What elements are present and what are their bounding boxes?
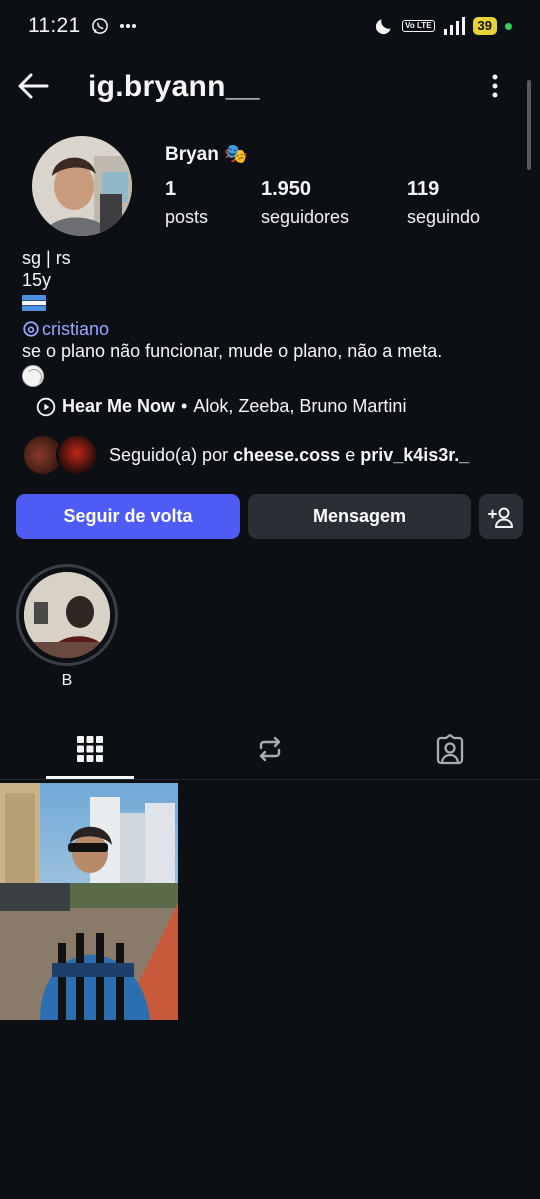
tab-posts-grid[interactable]: [0, 720, 180, 778]
posts-label: posts: [165, 207, 209, 227]
followers-label: seguidores: [261, 207, 350, 227]
stat-posts[interactable]: 1 posts: [165, 178, 261, 228]
add-user-icon: [488, 507, 513, 528]
tagged-person-icon: [436, 733, 464, 765]
play-circle-icon: [36, 397, 56, 416]
status-time: 11:21: [28, 14, 81, 37]
dnd-moon-icon: [376, 19, 391, 35]
tab-tagged[interactable]: [360, 720, 540, 778]
followed-by-joiner: e: [345, 444, 356, 465]
status-left: 11:21: [28, 14, 137, 38]
mention-text: cristiano: [42, 319, 110, 339]
profile-bio: sg | rs 15y cristiano se o plano não fun…: [22, 247, 442, 392]
bio-line: sg | rs: [22, 248, 71, 268]
highlight-photo: [24, 572, 110, 658]
status-right: Vo LTE 39: [374, 16, 512, 36]
volte-badge: Vo LTE: [402, 20, 435, 32]
follow-back-button[interactable]: Seguir de volta: [16, 494, 240, 539]
music-separator: •: [181, 396, 188, 416]
whatsapp-icon: [91, 18, 108, 34]
grid-icon: [77, 736, 103, 762]
profile-username: ig.bryann__: [88, 70, 260, 103]
music-song: Hear Me Now: [62, 396, 176, 416]
profile-photo: [32, 136, 132, 236]
volleyball-icon: [22, 365, 44, 387]
post-thumbnail[interactable]: [0, 783, 178, 1020]
mention-link[interactable]: cristiano: [22, 318, 442, 340]
following-label: seguindo: [407, 207, 481, 227]
status-bar: 11:21 Vo LTE 39: [0, 0, 540, 52]
followed-by[interactable]: Seguido(a) por cheese.coss e priv_k4is3r…: [22, 434, 469, 476]
avatar: [56, 434, 98, 476]
suggested-users-button[interactable]: [479, 494, 523, 539]
top-bar: ig.bryann__: [0, 60, 540, 112]
followed-by-text: Seguido(a) por cheese.coss e priv_k4is3r…: [109, 445, 469, 466]
followed-by-prefix: Seguido(a) por: [109, 444, 229, 465]
scrollbar[interactable]: [527, 80, 531, 170]
signal-icon: [443, 17, 465, 35]
back-button[interactable]: [14, 68, 52, 104]
music-artists: Alok, Zeeba, Bruno Martini: [193, 396, 407, 416]
repost-icon: [259, 736, 281, 762]
threads-icon: [23, 321, 39, 337]
display-name: Bryan 🎭: [165, 144, 248, 165]
message-button[interactable]: Mensagem: [248, 494, 471, 539]
active-tab-indicator: [46, 776, 134, 779]
more-notifications-icon: [119, 24, 136, 28]
mutual-avatars: [22, 434, 102, 476]
stat-following[interactable]: 119 seguindo: [407, 178, 480, 228]
tab-reposts[interactable]: [180, 720, 360, 778]
post-photo: [0, 783, 178, 1020]
posts-count: 1: [165, 178, 177, 200]
highlight-cover: [24, 572, 110, 658]
mutual-user-1: cheese.coss: [233, 444, 341, 465]
stat-followers[interactable]: 1.950 seguidores: [261, 178, 407, 228]
profile-stats: 1 posts 1.950 seguidores 119 seguindo: [165, 178, 480, 228]
privacy-dot: [505, 22, 512, 30]
flag-icon: [22, 295, 46, 311]
more-options-button[interactable]: [480, 68, 510, 104]
battery-indicator: 39: [472, 17, 497, 35]
profile-avatar[interactable]: [30, 134, 134, 238]
following-count: 119: [407, 178, 440, 200]
bio-line: 15y: [22, 270, 52, 290]
profile-music[interactable]: Hear Me Now • Alok, Zeeba, Bruno Martini: [36, 396, 406, 417]
arrow-left-icon: [18, 73, 49, 99]
mutual-user-2: priv_k4is3r._: [360, 444, 470, 465]
highlight-label: B: [61, 672, 73, 689]
more-vertical-icon: [492, 74, 498, 98]
followers-count: 1.950: [261, 178, 312, 200]
story-highlight[interactable]: [16, 564, 118, 666]
profile-tabs: [0, 720, 540, 780]
bio-line: se o plano não funcionar, mude o plano, …: [22, 341, 443, 361]
